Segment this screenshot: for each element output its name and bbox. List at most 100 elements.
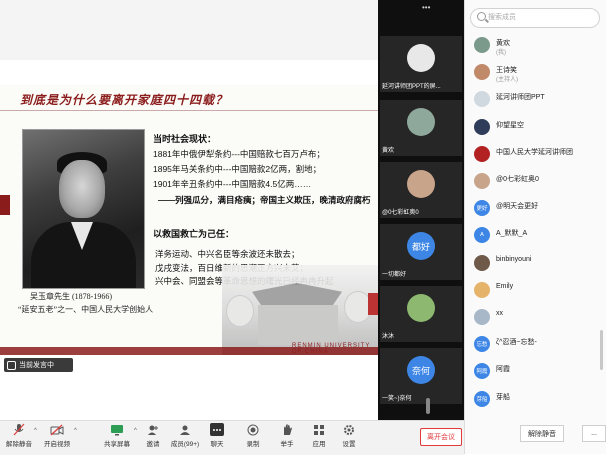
chevron-up-icon[interactable]: ^ bbox=[74, 428, 77, 434]
video-tile-name: 延河讲师团PPT的屏... bbox=[382, 84, 441, 90]
share-screen-icon bbox=[110, 423, 124, 436]
leave-meeting-button[interactable]: 离开会议 bbox=[420, 428, 462, 446]
unmute-button[interactable]: 解除静音 bbox=[0, 423, 38, 448]
slide-right-tab bbox=[368, 293, 378, 315]
participant-row[interactable]: binbinyouni bbox=[468, 252, 602, 276]
portrait-caption-title: “延安五老”之一、中国人民大学创始人 bbox=[18, 305, 154, 314]
unmute-all-button[interactable]: 解除静音 bbox=[520, 425, 564, 442]
avatar bbox=[474, 281, 490, 298]
portrait-caption-name: 吴玉章先生 (1878-1966) bbox=[30, 292, 112, 301]
video-tile-name: 沐沐 bbox=[382, 334, 395, 340]
participant-row[interactable]: @0七彩虹奥0 bbox=[468, 170, 602, 194]
video-tile[interactable]: 黄欢 bbox=[380, 100, 462, 156]
participant-row[interactable]: 阿霞 阿霞 bbox=[468, 360, 602, 384]
slide-left-tab bbox=[0, 195, 10, 215]
avatar: 奈何 bbox=[407, 356, 435, 384]
participant-name: 延河讲师团PPT bbox=[496, 94, 545, 102]
participant-row[interactable]: 芽船 芽船 bbox=[468, 388, 602, 412]
slide-line: 洋务运动、中兴名臣等余波还未散去； bbox=[155, 249, 300, 259]
participant-name: A_默默_A bbox=[496, 230, 528, 238]
participant-row[interactable]: 忘愁 ζ^忍酒~忘愁- bbox=[468, 333, 602, 357]
chevron-up-icon[interactable]: ^ bbox=[34, 428, 37, 434]
participant-row[interactable]: 王诗笑 (主持人) bbox=[468, 61, 602, 85]
participant-row[interactable]: xx bbox=[468, 306, 602, 330]
participant-name: Emily bbox=[496, 282, 514, 290]
video-tile-name: 黄欢 bbox=[382, 148, 395, 154]
avatar: 更好 bbox=[474, 200, 490, 217]
search-placeholder: 搜索成员 bbox=[488, 14, 516, 21]
toolbar-label: 录制 bbox=[246, 441, 260, 448]
more-dots-icon[interactable]: ••• bbox=[422, 3, 430, 12]
share-screen-button[interactable]: 共享屏幕 bbox=[98, 423, 136, 448]
chat-button[interactable]: 聊天 bbox=[198, 423, 236, 448]
participant-name: ζ^忍酒~忘愁- bbox=[496, 339, 537, 347]
hand-icon bbox=[280, 423, 294, 436]
slide-summary: ——列强瓜分，满目疮痍；帝国主义欺压，晚清政府腐朽 bbox=[158, 195, 371, 205]
avatar bbox=[474, 254, 490, 271]
participant-row[interactable]: 仰望星空 bbox=[468, 116, 602, 140]
video-scrollbar[interactable] bbox=[426, 398, 430, 414]
record-button[interactable]: 录制 bbox=[234, 423, 272, 448]
avatar bbox=[407, 294, 435, 322]
participant-name: @明天会更好 bbox=[496, 203, 539, 211]
settings-button[interactable]: 设置 bbox=[330, 423, 368, 448]
avatar: 芽船 bbox=[474, 390, 490, 407]
participant-row[interactable]: 更好 @明天会更好 bbox=[468, 197, 602, 221]
participant-role: (主持人) bbox=[496, 77, 518, 84]
video-tile-name: @0七彩虹奥0 bbox=[382, 210, 419, 216]
slide-divider bbox=[0, 110, 378, 111]
avatar bbox=[474, 91, 490, 108]
toolbar-label: 开启视频 bbox=[44, 441, 70, 448]
toolbar-label: 设置 bbox=[342, 441, 356, 448]
video-tile[interactable]: @0七彩虹奥0 bbox=[380, 162, 462, 218]
participant-row[interactable]: 延河讲师团PPT bbox=[468, 88, 602, 112]
video-tile[interactable]: 沐沐 bbox=[380, 286, 462, 342]
active-speaker-text: 当前发言中 bbox=[19, 362, 54, 369]
portrait-photo bbox=[22, 129, 145, 289]
active-speaker-label: 当前发言中 bbox=[4, 358, 73, 372]
participant-name: binbinyouni bbox=[496, 255, 532, 263]
slide-line: 1881年中俄伊犁条约---中国赔款七百万卢布； bbox=[153, 149, 325, 159]
toolbar-label: 共享屏幕 bbox=[104, 441, 130, 448]
slide-line: 1895年马关条约中---中国赔款2亿两，割地； bbox=[153, 164, 322, 174]
avatar bbox=[474, 309, 490, 325]
participant-row[interactable]: A A_默默_A bbox=[468, 224, 602, 248]
members-icon bbox=[178, 423, 192, 436]
presentation-slide: 到底是为什么要离开家庭四十四载？ 吴玉章先生 (1878-1966) “延安五老… bbox=[0, 85, 378, 355]
video-tile[interactable]: 延河讲师团PPT的屏... bbox=[380, 36, 462, 92]
participant-name: 仰望星空 bbox=[496, 121, 524, 129]
apps-grid-icon bbox=[312, 423, 326, 436]
video-tile-name: 一笑~)奈何 bbox=[382, 396, 412, 402]
video-tile[interactable]: 奈何 一笑~)奈何 bbox=[380, 348, 462, 404]
avatar bbox=[474, 173, 490, 189]
slide-heading-mission: 以救国救亡为己任： bbox=[153, 229, 235, 239]
avatar bbox=[407, 108, 435, 136]
record-icon bbox=[246, 423, 260, 436]
avatar bbox=[407, 170, 435, 198]
more-button[interactable]: ... bbox=[582, 425, 606, 442]
search-icon bbox=[477, 12, 486, 21]
avatar bbox=[407, 44, 435, 72]
participant-name: xx bbox=[496, 310, 503, 317]
participant-row[interactable]: 中国人民大学延河讲师团 bbox=[468, 143, 602, 167]
avatar: 都好 bbox=[407, 232, 435, 260]
panel-scrollbar[interactable] bbox=[600, 330, 603, 370]
slide-question: 到底是为什么要离开家庭四十四载？ bbox=[20, 93, 229, 107]
participant-row[interactable]: Emily bbox=[468, 279, 602, 303]
avatar bbox=[474, 37, 490, 53]
participant-name: @0七彩虹奥0 bbox=[496, 176, 539, 183]
speaker-icon bbox=[7, 360, 16, 370]
toolbar-label: 聊天 bbox=[210, 441, 224, 448]
invite-icon bbox=[146, 423, 160, 436]
participant-name: 中国人民大学延河讲师团 bbox=[496, 148, 573, 156]
start-video-button[interactable]: 开启视频 bbox=[38, 423, 76, 448]
participant-name: 阿霞 bbox=[496, 366, 510, 374]
gear-icon bbox=[342, 423, 356, 436]
participant-row[interactable]: 黄欢 (我) bbox=[468, 34, 602, 58]
avatar bbox=[474, 118, 490, 135]
camera-off-icon bbox=[50, 423, 64, 436]
chat-icon bbox=[210, 423, 224, 436]
slide-footer-band bbox=[0, 347, 378, 355]
video-tile[interactable]: 都好 一切都好 bbox=[380, 224, 462, 280]
avatar: 忘愁 bbox=[474, 336, 490, 353]
